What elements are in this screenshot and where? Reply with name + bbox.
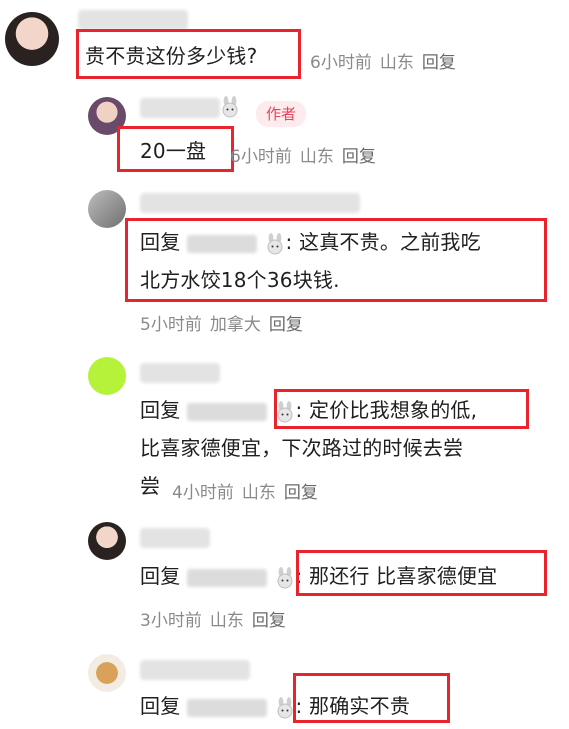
reply-link[interactable]: 回复 [252, 611, 286, 631]
avatar[interactable] [88, 654, 126, 692]
highlight-box [125, 218, 547, 302]
comment-time: 3小时前 [140, 611, 202, 631]
mention-blurred [186, 698, 267, 717]
reply-link[interactable]: 回复 [422, 53, 456, 73]
comment-time: 6小时前 [310, 53, 372, 73]
avatar[interactable] [5, 12, 59, 66]
comment-meta: 3小时前 山东 回复 [140, 606, 294, 631]
highlight-box [274, 389, 529, 429]
comment-time: 5小时前 [140, 315, 202, 335]
username-blurred[interactable] [78, 10, 188, 30]
comment-meta: 6小时前 山东 回复 [310, 48, 464, 73]
username-blurred[interactable] [140, 660, 250, 680]
comment-line-2: 比喜家德便宜，下次路过的时候去尝 [140, 436, 464, 460]
comment-location: 加拿大 [209, 315, 261, 335]
comment-meta: 6小时前 山东 回复 [230, 142, 384, 167]
highlight-box [76, 29, 301, 79]
username-blurred[interactable] [140, 363, 220, 383]
comment-meta: 5小时前 加拿大 回复 [140, 310, 311, 335]
reply-link[interactable]: 回复 [269, 315, 303, 335]
comment-location: 山东 [241, 483, 276, 503]
reply-prefix: 回复 [140, 398, 181, 422]
username-blurred[interactable] [140, 528, 210, 548]
avatar[interactable] [88, 190, 126, 228]
reply-link[interactable]: 回复 [342, 147, 376, 167]
username-blurred[interactable] [140, 98, 220, 118]
mention-blurred [186, 568, 267, 587]
username-blurred[interactable] [140, 193, 360, 213]
comment-time: 6小时前 [230, 147, 292, 167]
rabbit-emoji-icon [277, 566, 293, 588]
comment-line-3: 尝 [140, 474, 161, 498]
mention-blurred [186, 402, 267, 421]
highlight-box [293, 673, 450, 723]
comment-location: 山东 [209, 611, 244, 631]
highlight-box [117, 126, 234, 172]
reply-link[interactable]: 回复 [284, 483, 318, 503]
comment-location: 山东 [379, 53, 414, 73]
highlight-box [296, 550, 547, 596]
comment-location: 山东 [299, 147, 334, 167]
comment-meta: 4小时前 山东 回复 [172, 478, 326, 503]
avatar[interactable] [88, 522, 126, 560]
avatar[interactable] [88, 357, 126, 395]
rabbit-emoji-icon [219, 96, 241, 118]
comment-time: 4小时前 [172, 483, 234, 503]
reply-prefix: 回复 [140, 694, 181, 718]
author-badge: 作者 [256, 101, 307, 127]
reply-prefix: 回复 [140, 564, 181, 588]
